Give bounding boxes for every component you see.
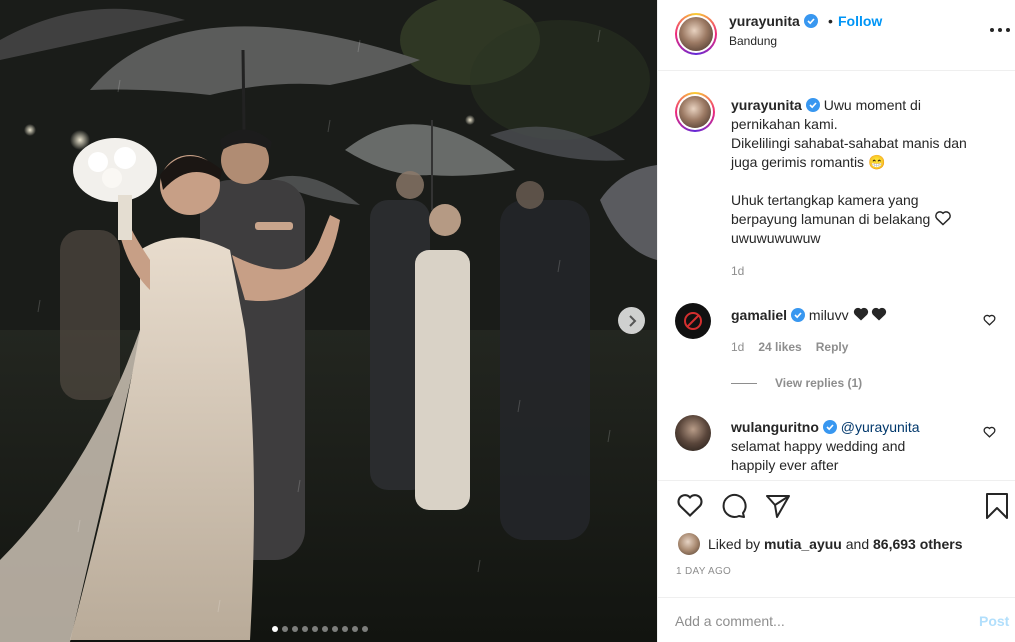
comment-time[interactable]: 1d [731, 340, 744, 354]
liker-username[interactable]: mutia_ayuu [764, 536, 842, 552]
carousel-dot [312, 626, 318, 632]
caption-line: Uhuk tertangkap kamera yang [731, 192, 919, 208]
comment-avatar[interactable] [675, 303, 711, 339]
carousel-dot [362, 626, 368, 632]
post-comment-button[interactable]: Post [979, 613, 1009, 629]
header-separator: • [828, 13, 833, 29]
caption-line: juga gerimis romantis 😁 [731, 154, 886, 170]
share-paper-plane-icon[interactable] [764, 492, 792, 520]
comment-meta: 1d 24 likes Reply [731, 340, 848, 354]
verified-badge-icon [803, 14, 818, 28]
mention-link[interactable]: @yurayunita [841, 419, 920, 435]
black-heart-icon [872, 307, 887, 321]
add-comment-input[interactable] [675, 610, 955, 632]
wedding-rain-scene [0, 0, 657, 642]
reply-button[interactable]: Reply [816, 340, 849, 354]
carousel-dot [292, 626, 298, 632]
post-header: yurayunita • Follow Bandung [658, 0, 1015, 71]
caption-line: Uwu moment di [823, 97, 921, 113]
heart-outline-icon [935, 211, 952, 226]
like-comment-icon[interactable] [983, 314, 996, 326]
carousel-dot [352, 626, 358, 632]
verified-badge-icon [822, 420, 837, 434]
location-link[interactable]: Bandung [729, 34, 777, 48]
view-replies-label[interactable]: View replies (1) [775, 376, 862, 390]
add-comment-bar: Post [658, 597, 1015, 642]
caption-username[interactable]: yurayunita [731, 97, 802, 113]
action-bar [658, 480, 1015, 530]
carousel-dot [282, 626, 288, 632]
liked-by-others[interactable]: 86,693 others [873, 536, 963, 552]
comment-text: gamaliel miluvv [731, 306, 996, 325]
comment-avatar[interactable] [675, 415, 711, 451]
no-sign-icon [684, 312, 702, 330]
next-slide-button[interactable] [618, 307, 645, 334]
comment-bubble-icon[interactable] [719, 492, 747, 520]
caption-line: uwuwuwuwuw [731, 230, 821, 246]
liked-by-middle: and [845, 536, 870, 552]
author-avatar[interactable] [675, 13, 717, 55]
verified-badge-icon [791, 308, 806, 322]
save-bookmark-icon[interactable] [984, 492, 1010, 520]
caption-line: Dikelilingi sahabat-sahabat manis dan [731, 135, 967, 151]
liked-by-prefix: Liked by [708, 536, 761, 552]
like-heart-icon[interactable] [676, 492, 704, 518]
black-heart-icon [854, 307, 869, 321]
carousel-dot [302, 626, 308, 632]
carousel-dot [342, 626, 348, 632]
comment-body: selamat happy wedding and [731, 438, 906, 454]
carousel-indicator [272, 626, 368, 632]
follow-button[interactable]: Follow [838, 13, 882, 29]
verified-badge-icon [805, 98, 820, 112]
post-side-panel: yurayunita • Follow Bandung yurayunita U… [657, 0, 1015, 642]
like-comment-icon[interactable] [983, 426, 996, 438]
view-replies[interactable]: View replies (1) [731, 376, 862, 390]
comment-username[interactable]: wulanguritno [731, 419, 819, 435]
chevron-right-icon [628, 314, 636, 327]
carousel-dot [272, 626, 278, 632]
header-username[interactable]: yurayunita [729, 13, 818, 29]
more-options-icon[interactable] [988, 20, 1012, 40]
post-photo[interactable] [0, 0, 657, 642]
carousel-dot [322, 626, 328, 632]
comment-likes[interactable]: 24 likes [758, 340, 801, 354]
carousel-dot [332, 626, 338, 632]
caption-line: pernikahan kami. [731, 116, 838, 132]
comment-username[interactable]: gamaliel [731, 307, 787, 323]
header-username-text[interactable]: yurayunita [729, 13, 800, 29]
comment-text: wulanguritno @yurayunita selamat happy w… [731, 418, 996, 475]
comment-body: miluvv [808, 307, 849, 323]
replies-divider [731, 382, 757, 384]
caption-avatar[interactable] [675, 92, 715, 132]
comment-body: happily ever after [731, 457, 839, 473]
post-date[interactable]: 1 DAY AGO [676, 566, 731, 577]
liked-by[interactable]: Liked by mutia_ayuu and 86,693 others [678, 532, 963, 556]
comments-list[interactable]: yurayunita Uwu moment di pernikahan kami… [658, 72, 1015, 480]
caption-text: yurayunita Uwu moment di pernikahan kami… [731, 96, 996, 248]
caption-line: berpayung lamunan di belakang [731, 211, 931, 227]
liker-avatar[interactable] [678, 533, 700, 555]
caption-time[interactable]: 1d [731, 264, 744, 278]
